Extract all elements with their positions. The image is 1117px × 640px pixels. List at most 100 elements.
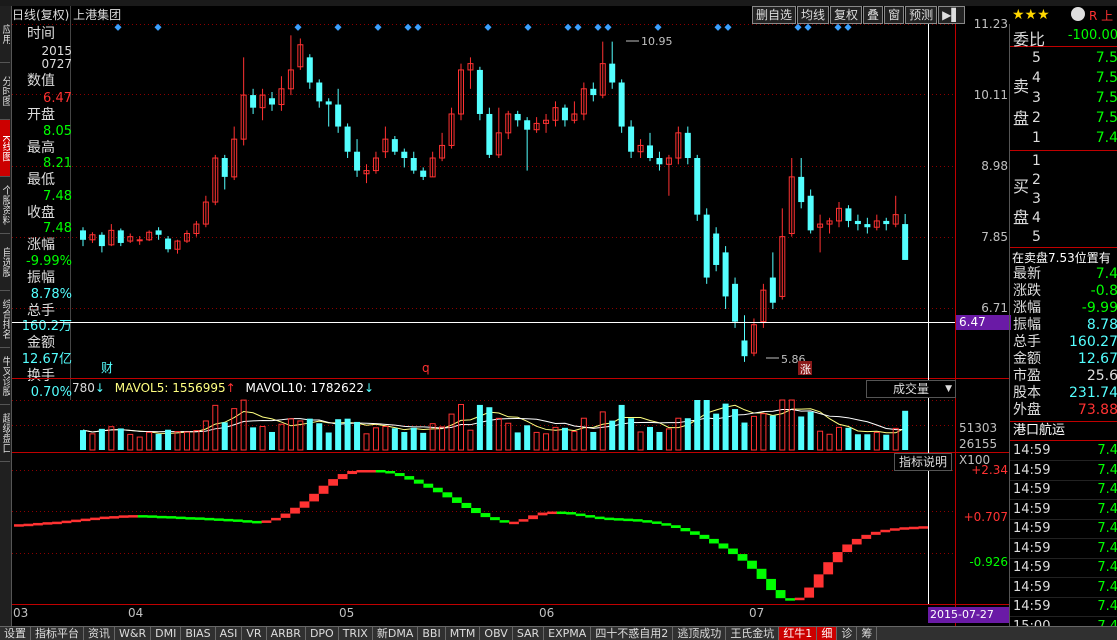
- indicator-bar: [632, 519, 643, 522]
- tick-time: 14:59: [1013, 599, 1051, 614]
- bottom-tab[interactable]: TRIX: [339, 627, 373, 640]
- sell-row: 2 7.5: [1010, 110, 1117, 126]
- volume-bar: [703, 400, 710, 450]
- bottom-tab[interactable]: BBI: [418, 627, 446, 640]
- volume-bar: [656, 431, 663, 450]
- volume-bar: [165, 429, 172, 450]
- bottom-tab[interactable]: 设置: [0, 627, 31, 640]
- sell-row: 4 7.5: [1010, 70, 1117, 86]
- volume-bar: [250, 427, 257, 450]
- indicator-bar: [604, 517, 615, 521]
- volume-bar: [89, 433, 96, 451]
- bottom-tab[interactable]: 诊: [837, 627, 858, 640]
- volume-bar: [486, 407, 493, 450]
- indicator-bar: [232, 519, 243, 522]
- candle-body: [561, 107, 568, 121]
- indicator-bar: [71, 519, 81, 523]
- sell-price: 7.5: [1095, 70, 1117, 86]
- volume-bar: [183, 431, 190, 451]
- volume-bar: [571, 431, 578, 451]
- bottom-tab[interactable]: 王氏金坑: [726, 627, 780, 640]
- bottom-tab[interactable]: 指标平台: [31, 627, 84, 640]
- indicator-bar: [290, 507, 300, 514]
- volume-bar: [259, 426, 266, 451]
- bottom-tab[interactable]: OBV: [480, 627, 513, 640]
- volume-bar: [845, 427, 852, 450]
- volume-bar: [344, 418, 351, 450]
- indicator-bar: [547, 511, 557, 515]
- candle-body: [703, 214, 710, 278]
- indicator-bar: [413, 479, 424, 484]
- stat-row: 总手 160.27: [1010, 334, 1117, 350]
- buy-level: 3: [1032, 191, 1041, 207]
- kline-chart[interactable]: 10.95 5.86 财 q 涨: [0, 0, 1009, 626]
- buy-level: 2: [1032, 172, 1041, 188]
- indicator-bar: [699, 534, 710, 539]
- volume-bar: [836, 426, 842, 451]
- stat-row: 最新 7.4: [1010, 266, 1117, 282]
- volume-bar: [543, 433, 550, 451]
- date-tick: 06: [539, 606, 555, 620]
- stat-value: 7.4: [1095, 266, 1117, 282]
- stat-value: 73.88: [1077, 402, 1117, 418]
- bottom-tab[interactable]: VR: [242, 627, 267, 640]
- bottom-tab[interactable]: W&R: [115, 627, 152, 640]
- bottom-tab[interactable]: MTM: [446, 627, 481, 640]
- indicator-bar: [556, 511, 567, 515]
- bottom-tab[interactable]: DMI: [151, 627, 182, 640]
- bottom-tab[interactable]: ARBR: [267, 627, 306, 640]
- candle-body: [344, 126, 351, 152]
- candle-body: [514, 113, 521, 121]
- tick-price: 7.4: [1097, 579, 1117, 595]
- candle-body: [391, 139, 398, 152]
- volume-bar: [552, 426, 559, 451]
- bottom-tab[interactable]: 筹: [857, 627, 878, 640]
- indicator-bar: [118, 515, 129, 518]
- bottom-tab[interactable]: DPO: [306, 627, 339, 640]
- stat-label: 金额: [1013, 351, 1041, 367]
- bottom-tab[interactable]: 细: [817, 627, 838, 640]
- indicator-bar: [204, 517, 215, 521]
- bottom-tab[interactable]: EXPMA: [544, 627, 592, 640]
- sell-price: 7.5: [1095, 50, 1117, 66]
- stat-label: 最新: [1013, 266, 1041, 282]
- indicator-bar: [80, 518, 91, 522]
- candle-body: [628, 126, 635, 152]
- stat-row: 涨幅 -9.99: [1010, 300, 1117, 316]
- bottom-tab[interactable]: 四十不惑自用2: [591, 627, 674, 640]
- indicator-bar: [709, 538, 719, 544]
- indicator-bars: [14, 470, 929, 601]
- candle-body: [325, 101, 332, 105]
- q-marker: q: [422, 361, 430, 375]
- bottom-tab[interactable]: BIAS: [181, 627, 216, 640]
- buy-row: 3: [1010, 191, 1117, 207]
- bottom-tab[interactable]: 红牛1: [779, 627, 818, 640]
- bottom-tab[interactable]: ASI: [216, 627, 243, 640]
- stat-row: 振幅 8.78: [1010, 317, 1117, 333]
- bottom-tab[interactable]: 逃顶成功: [673, 627, 727, 640]
- stat-value: -9.99: [1081, 300, 1117, 316]
- sector-label[interactable]: 港口航运: [1010, 421, 1117, 441]
- buy-level: 1: [1032, 153, 1041, 169]
- bottom-tab[interactable]: 资讯: [84, 627, 115, 640]
- bottom-tab[interactable]: 新DMA: [373, 627, 419, 640]
- indicator-dropdown[interactable]: 成交量 ▼: [866, 380, 956, 398]
- volume-bar: [458, 403, 464, 451]
- add-icon[interactable]: [1071, 7, 1085, 21]
- price-tick: 10.11: [973, 88, 1008, 102]
- indicator-help-button[interactable]: 指标说明: [894, 453, 953, 471]
- indicator-bar: [271, 517, 281, 521]
- sell-level: 4: [1032, 70, 1041, 86]
- indicator-bar: [747, 560, 757, 569]
- candle-body: [98, 234, 105, 247]
- indicator-bar: [480, 513, 491, 518]
- indicator-bar: [518, 519, 529, 522]
- tick-time: 14:59: [1013, 462, 1051, 478]
- sell-level: 2: [1032, 110, 1041, 126]
- volume-bar: [864, 434, 871, 450]
- bottom-tab[interactable]: SAR: [513, 627, 545, 640]
- indicator-bar: [242, 520, 253, 523]
- indicator-bar: [490, 517, 500, 521]
- price-tick: 6.71: [981, 301, 1008, 315]
- volume-bar: [382, 426, 389, 451]
